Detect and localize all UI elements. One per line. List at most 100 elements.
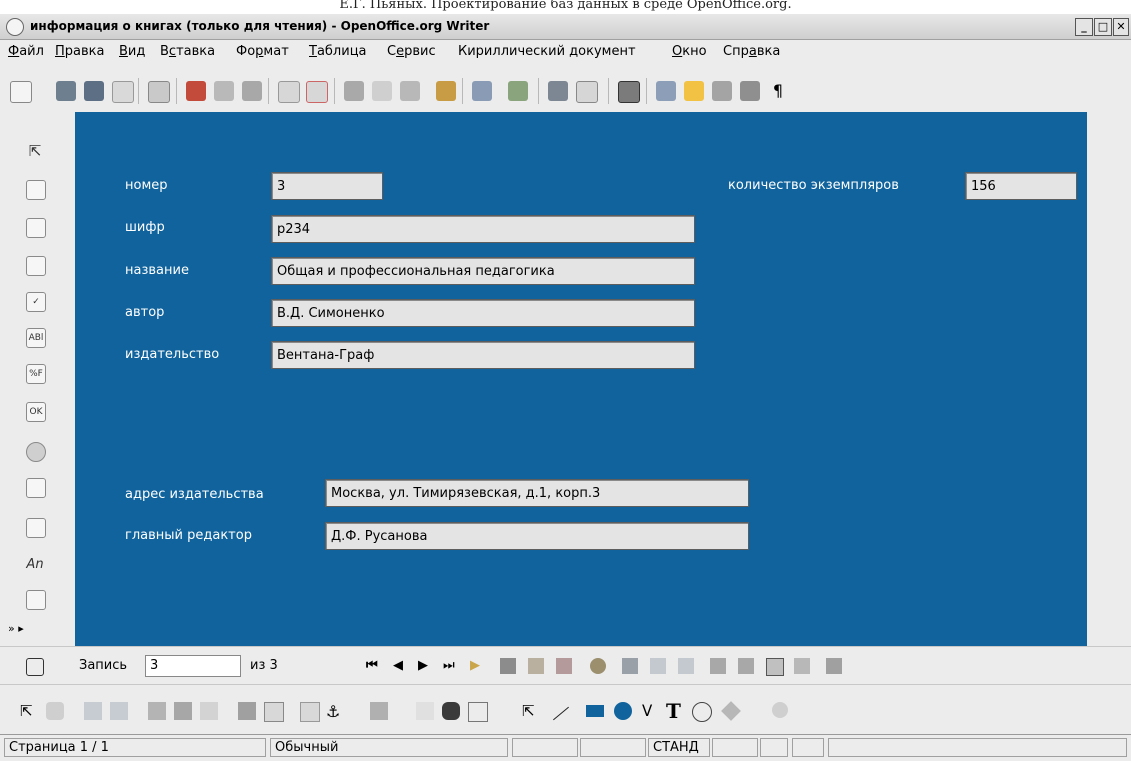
close-button[interactable]: ✕	[1113, 18, 1129, 36]
sort-descending-icon[interactable]	[678, 658, 694, 674]
line-icon[interactable]	[553, 706, 569, 721]
navigator-form-icon[interactable]	[200, 702, 218, 720]
menu-file[interactable]: Файл	[8, 44, 44, 59]
control-properties-icon[interactable]	[26, 218, 46, 238]
form-filter-icon[interactable]	[766, 658, 784, 676]
open-design-mode-icon[interactable]	[238, 702, 256, 720]
open-folder-icon[interactable]	[56, 81, 76, 101]
position-size-icon[interactable]	[300, 702, 320, 722]
data-source-as-table-icon[interactable]	[826, 658, 842, 674]
new-document-icon[interactable]	[10, 81, 32, 103]
menu-tools[interactable]: Сервис	[387, 44, 436, 59]
remove-filter-icon[interactable]	[794, 658, 810, 674]
anchor-icon[interactable]: ⚓	[326, 702, 344, 721]
draw-functions-icon[interactable]	[618, 81, 640, 103]
push-button-icon[interactable]: OK	[26, 402, 46, 422]
first-record-button[interactable]: ⏮	[366, 658, 378, 673]
insert-mode[interactable]: СТАНД	[648, 738, 710, 757]
alignment-icon[interactable]	[370, 702, 388, 720]
title-field[interactable]: Общая и профессиональная педагогика	[271, 257, 695, 285]
text-icon[interactable]: T	[666, 701, 684, 721]
menu-cyrillic-document[interactable]: Кириллический документ	[458, 44, 636, 59]
ellipse-icon[interactable]	[614, 702, 632, 720]
apply-filter-icon[interactable]	[738, 658, 754, 674]
cut-icon[interactable]	[344, 81, 364, 101]
frame-icon[interactable]	[468, 702, 488, 722]
find-record-icon[interactable]	[26, 658, 44, 676]
expand-toolbar-icon[interactable]: » ▸	[8, 622, 24, 635]
maximize-button[interactable]: □	[1094, 18, 1112, 36]
next-record-button[interactable]: ▶	[418, 658, 428, 673]
option-button-icon[interactable]	[26, 442, 46, 462]
spellcheck-icon[interactable]	[278, 81, 300, 103]
gallery-icon[interactable]	[712, 81, 732, 101]
menu-edit[interactable]: Правка	[55, 44, 104, 59]
basic-shapes-icon[interactable]	[721, 701, 741, 721]
text-box-icon[interactable]: ABl	[26, 328, 46, 348]
menu-window[interactable]: Окно	[672, 44, 707, 59]
undo-record-icon[interactable]	[528, 658, 544, 674]
grid-icon[interactable]	[416, 702, 434, 720]
rectangle-icon[interactable]	[586, 705, 604, 717]
zoom-cell[interactable]	[512, 738, 578, 757]
combo-box-icon[interactable]	[26, 518, 46, 538]
menu-table[interactable]: Таблица	[309, 44, 367, 59]
format-paintbrush-icon[interactable]	[436, 81, 456, 101]
copies-field[interactable]: 156	[965, 172, 1077, 200]
minimize-button[interactable]: _	[1075, 18, 1093, 36]
menu-help[interactable]: Справка	[723, 44, 780, 59]
save-record-icon[interactable]	[500, 658, 516, 674]
draw-select-icon[interactable]: ⇱	[522, 702, 540, 720]
list-box-icon[interactable]	[26, 478, 46, 498]
record-number-input[interactable]: 3	[145, 655, 241, 677]
page-style[interactable]: Обычный	[270, 738, 508, 757]
paste-icon[interactable]	[400, 81, 420, 101]
autofilter-icon[interactable]	[710, 658, 726, 674]
sort-ascending-icon[interactable]	[650, 658, 666, 674]
redo-icon[interactable]	[508, 81, 528, 101]
previous-record-button[interactable]: ◀	[393, 658, 403, 673]
email-icon[interactable]	[112, 81, 134, 103]
chief-editor-field[interactable]: Д.Ф. Русанова	[325, 522, 749, 550]
publisher-field[interactable]: Вентана-Граф	[271, 341, 695, 369]
checkbox-icon[interactable]: ✓	[26, 292, 46, 312]
form-icon[interactable]	[110, 702, 128, 720]
more-controls-icon[interactable]	[26, 590, 46, 610]
hyperlink-icon[interactable]	[548, 81, 568, 101]
formatted-field-icon[interactable]: %F	[26, 364, 46, 384]
refresh-icon[interactable]	[590, 658, 606, 674]
select-pointer-icon[interactable]: ⇱	[26, 142, 44, 160]
tab-order-icon[interactable]	[148, 702, 166, 720]
add-field-icon[interactable]	[174, 702, 192, 720]
selection-mode[interactable]	[712, 738, 758, 757]
code-field[interactable]: р234	[271, 215, 695, 243]
form-properties-icon[interactable]	[26, 256, 46, 276]
select-icon[interactable]: ⇱	[20, 702, 38, 720]
menu-view[interactable]: Вид	[119, 44, 145, 59]
menu-format[interactable]: Формат	[236, 44, 289, 59]
pilcrow-icon[interactable]: ¶	[768, 81, 788, 101]
curve-icon[interactable]: ᐯ	[642, 702, 660, 720]
label-field-icon[interactable]: An	[26, 556, 44, 574]
new-record-button[interactable]: ▶	[470, 658, 480, 673]
autospellcheck-icon[interactable]	[306, 81, 328, 103]
data-sources-icon[interactable]	[740, 81, 760, 101]
wrap-icon[interactable]	[442, 702, 460, 720]
callout-icon[interactable]	[692, 702, 712, 722]
author-field[interactable]: В.Д. Симоненко	[271, 299, 695, 327]
design-mode-icon[interactable]	[26, 180, 46, 200]
control-icon[interactable]	[84, 702, 102, 720]
undo-icon[interactable]	[472, 81, 492, 101]
symbol-shapes-icon[interactable]	[772, 702, 788, 718]
copy-icon[interactable]	[372, 81, 392, 101]
number-field[interactable]: 3	[271, 172, 383, 200]
delete-record-icon[interactable]	[556, 658, 572, 674]
print-icon[interactable]	[214, 81, 234, 101]
publisher-address-field[interactable]: Москва, ул. Тимирязевская, д.1, корп.3	[325, 479, 749, 507]
print-preview-icon[interactable]	[242, 81, 262, 101]
export-pdf-icon[interactable]	[186, 81, 206, 101]
save-icon[interactable]	[84, 81, 104, 101]
design-mode-icon[interactable]	[46, 702, 64, 720]
menu-insert[interactable]: Вставка	[160, 44, 215, 59]
last-record-button[interactable]: ⏭	[443, 658, 455, 673]
